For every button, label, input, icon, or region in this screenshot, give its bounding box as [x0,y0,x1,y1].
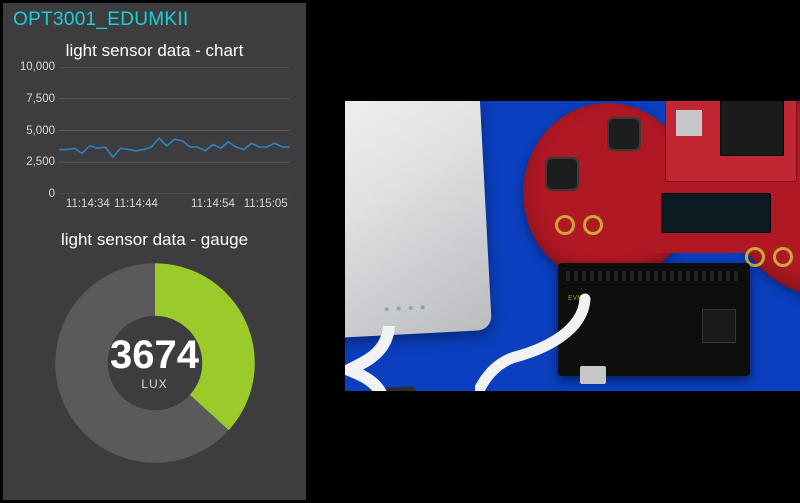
power-bank [345,101,492,340]
gauge-value: 3674 [110,335,199,375]
line-chart: 10,0007,5005,0002,5000 11:14:3411:14:441… [13,63,296,218]
chart-y-tick: 5,000 [26,125,55,137]
photo-area: EVM [306,0,800,503]
boosterpack-board [665,101,797,182]
chart-y-tick: 7,500 [26,93,55,105]
chart-x-axis: 11:14:34 11:14:44 11:14:54 11:15:05 [59,196,290,218]
chart-y-tick: 0 [49,188,55,200]
panel-title: OPT3001_EDUMKII [13,9,296,31]
gauge-center: 3674 LUX [50,258,260,468]
chart-x-tick: 11:15:05 [244,198,288,210]
chart-svg [59,67,290,194]
chart-x-tick: 11:14:34 [66,198,110,210]
gauge-unit: LUX [141,377,167,391]
chart-y-tick: 2,500 [26,156,55,168]
lcd-display [661,193,771,233]
gauge: 3674 LUX [50,258,260,468]
push-button-icon [545,157,579,191]
chart-y-tick: 10,000 [20,61,55,73]
usb-cable-icon [475,291,685,391]
chart-plot-area [59,67,290,194]
chart-x-tick: 11:14:44 [114,198,158,210]
chart-title: light sensor data - chart [13,41,296,61]
gauge-title: light sensor data - gauge [13,230,296,250]
chart-x-tick: 11:14:54 [191,198,235,210]
hardware-photo: EVM [345,101,800,391]
usb-cable-icon [345,326,459,391]
push-button-icon [607,117,641,151]
charge-leds-icon [385,305,425,311]
app-root: OPT3001_EDUMKII light sensor data - char… [0,0,800,503]
chart-y-axis: 10,0007,5005,0002,5000 [13,63,57,194]
sensor-panel: OPT3001_EDUMKII light sensor data - char… [3,3,306,500]
